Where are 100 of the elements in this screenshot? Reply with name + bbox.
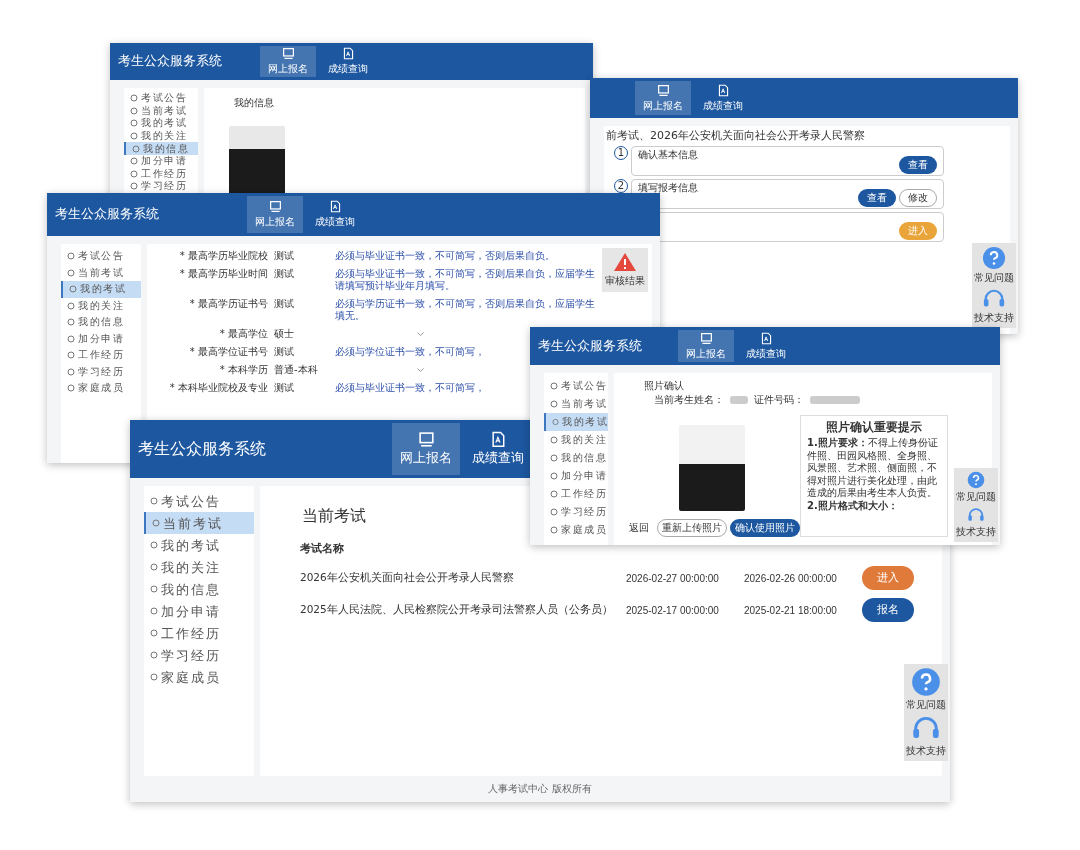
sidebar-item[interactable]: 加分申请 [61, 330, 141, 347]
help-label[interactable]: 技术支持 [906, 743, 946, 758]
input-field[interactable]: 测试 [274, 268, 329, 280]
step-button[interactable]: 查看 [858, 189, 896, 207]
help-icon[interactable] [911, 667, 941, 697]
sidebar-item[interactable]: 工作经历 [544, 485, 608, 503]
sidebar-item[interactable]: 我的关注 [124, 129, 198, 143]
column-header: 考试名称 [300, 541, 344, 556]
document-icon [328, 200, 342, 213]
blurred-block [810, 396, 860, 404]
help-label[interactable]: 技术支持 [956, 524, 996, 539]
circle-icon [67, 301, 75, 310]
nav-tab[interactable]: 网上报名 [678, 330, 734, 362]
page-heading: 我的信息 [234, 96, 275, 110]
sidebar-item[interactable]: 加分申请 [144, 600, 254, 622]
sidebar-item[interactable]: 考试公告 [61, 248, 141, 265]
field-label: * 本科毕业院校及专业 [168, 382, 268, 394]
input-field[interactable]: 测试 [274, 382, 329, 394]
step-title: 填写报考信息 [638, 181, 698, 195]
step-title: 确认基本信息 [638, 148, 698, 162]
sidebar-item[interactable]: 我的信息 [124, 142, 198, 155]
select-field[interactable]: 硕士 [274, 328, 424, 340]
notice-text: 1.照片要求：不得上传身份证件照、田园风格照、全身照、风景照、艺术照、侧面照，不得对照片进行美化处理，由此造成的后果由考生本人负责。 [807, 437, 939, 500]
step-button[interactable]: 修改 [899, 189, 937, 207]
blurred-block [730, 396, 748, 404]
nav-tab[interactable]: 成绩查询 [695, 81, 751, 115]
circle-icon [150, 563, 158, 571]
sidebar-item[interactable]: 当前考试 [544, 395, 608, 413]
exam-name: 2026年公安机关面向社会公开考录人民警察 [300, 571, 515, 585]
nav-tab[interactable]: 网上报名 [392, 423, 460, 475]
circle-icon [67, 351, 75, 360]
photo-action-button[interactable]: 重新上传照片 [657, 519, 727, 537]
sidebar-item[interactable]: 我的关注 [544, 431, 608, 449]
monitor-icon [656, 83, 670, 97]
select-field[interactable]: 普通-本科 [274, 364, 424, 376]
notice-title: 照片确认重要提示 [825, 420, 923, 435]
input-field[interactable]: 测试 [274, 346, 329, 358]
help-label[interactable]: 常见问题 [974, 271, 1014, 285]
help-label[interactable]: 常见问题 [956, 490, 996, 504]
help-icon[interactable] [982, 246, 1006, 270]
field-label: * 最高学位 [218, 328, 268, 340]
sidebar-item[interactable]: 当前考试 [144, 512, 254, 534]
sidebar-item[interactable]: 学习经历 [61, 363, 141, 380]
input-field[interactable]: 测试 [274, 250, 329, 262]
sidebar-item[interactable]: 工作经历 [124, 167, 198, 181]
sidebar-item[interactable]: 我的考试 [124, 117, 198, 130]
monitor-icon [268, 200, 282, 213]
sidebar-item[interactable]: 考试公告 [144, 490, 254, 512]
headset-icon[interactable] [967, 507, 985, 524]
sidebar-item[interactable]: 我的考试 [61, 281, 141, 298]
sidebar-item[interactable]: 考试公告 [124, 92, 198, 105]
sidebar-item[interactable]: 工作经历 [144, 622, 254, 644]
sidebar-item[interactable]: 我的考试 [544, 413, 608, 431]
audit-result-badge[interactable]: 审核结果 [602, 248, 648, 292]
nav-tab[interactable]: 网上报名 [260, 46, 316, 77]
document-icon [341, 47, 355, 60]
nav-tab[interactable]: 网上报名 [635, 81, 691, 115]
sidebar-item[interactable]: 加分申请 [544, 467, 608, 485]
exam-action-button[interactable]: 报名 [862, 598, 914, 622]
sidebar-item[interactable]: 我的关注 [61, 297, 141, 314]
circle-icon [150, 629, 158, 637]
circle-icon [150, 607, 158, 615]
nav-tab[interactable]: 成绩查询 [738, 330, 794, 362]
field-hint: 必须与毕业证书一致，不可简写，否则后果自负，应届学生请填写预计毕业年月填写。 [335, 268, 596, 292]
input-field[interactable]: 测试 [274, 298, 329, 310]
help-icon[interactable] [967, 471, 985, 489]
nav-tab[interactable]: 网上报名 [247, 196, 303, 233]
sidebar-item[interactable]: 家庭成员 [544, 521, 608, 539]
sidebar-item[interactable]: 我的信息 [61, 314, 141, 331]
help-label[interactable]: 常见问题 [906, 698, 946, 712]
nav-tab[interactable]: 成绩查询 [320, 46, 376, 77]
circle-icon [132, 144, 140, 153]
circle-icon [67, 252, 75, 261]
caret-icon [417, 331, 424, 337]
sidebar-item[interactable]: 家庭成员 [144, 666, 254, 688]
photo-action-button[interactable]: 确认使用照片 [730, 519, 800, 537]
help-label[interactable]: 技术支持 [974, 311, 1014, 326]
sidebar-item[interactable]: 学习经历 [124, 180, 198, 193]
photo-action-button[interactable]: 返回 [624, 519, 654, 537]
circle-icon [152, 519, 160, 527]
sidebar-item[interactable]: 工作经历 [61, 347, 141, 364]
circle-icon [67, 334, 75, 343]
field-hint: 必须与学位证书一致，不可简写， [335, 346, 485, 358]
sidebar-item[interactable]: 我的信息 [544, 449, 608, 467]
sidebar-item[interactable]: 我的考试 [144, 534, 254, 556]
sidebar-item[interactable]: 考试公告 [544, 377, 608, 395]
sidebar-item[interactable]: 学习经历 [144, 644, 254, 666]
nav-tab[interactable]: 成绩查询 [307, 196, 363, 233]
nav-tab[interactable]: 成绩查询 [464, 423, 532, 475]
site-title: 考生公众服务系统 [138, 438, 266, 460]
sidebar-item[interactable]: 当前考试 [124, 104, 198, 118]
candidate-name-label: 当前考生姓名： [654, 393, 724, 407]
sidebar-item[interactable]: 加分申请 [124, 154, 198, 168]
sidebar-item[interactable]: 家庭成员 [61, 380, 141, 397]
sidebar-item[interactable]: 我的关注 [144, 556, 254, 578]
sidebar-item[interactable]: 我的信息 [144, 578, 254, 600]
step-button[interactable]: 查看 [899, 156, 937, 174]
sidebar-item[interactable]: 学习经历 [544, 503, 608, 521]
sidebar-item[interactable]: 当前考试 [61, 264, 141, 281]
circle-icon [150, 651, 158, 659]
